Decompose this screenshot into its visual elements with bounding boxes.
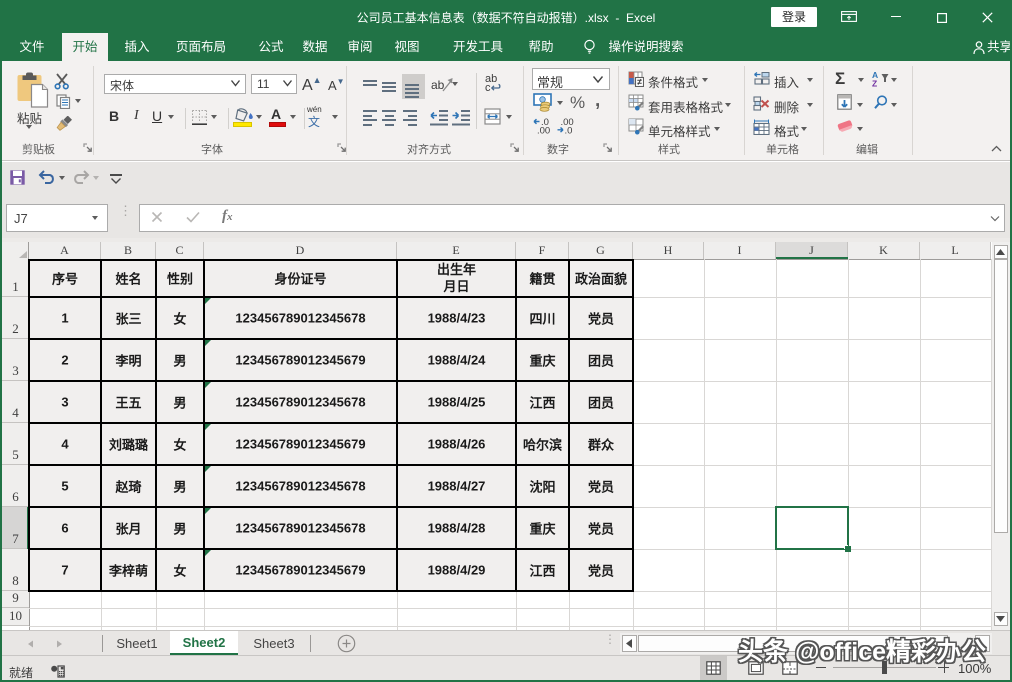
svg-text:.00: .00 — [537, 126, 550, 135]
svg-text:c: c — [485, 82, 491, 92]
svg-text:Z: Z — [872, 79, 877, 88]
svg-text:ab: ab — [431, 78, 445, 92]
svg-text:.0: .0 — [565, 126, 573, 135]
